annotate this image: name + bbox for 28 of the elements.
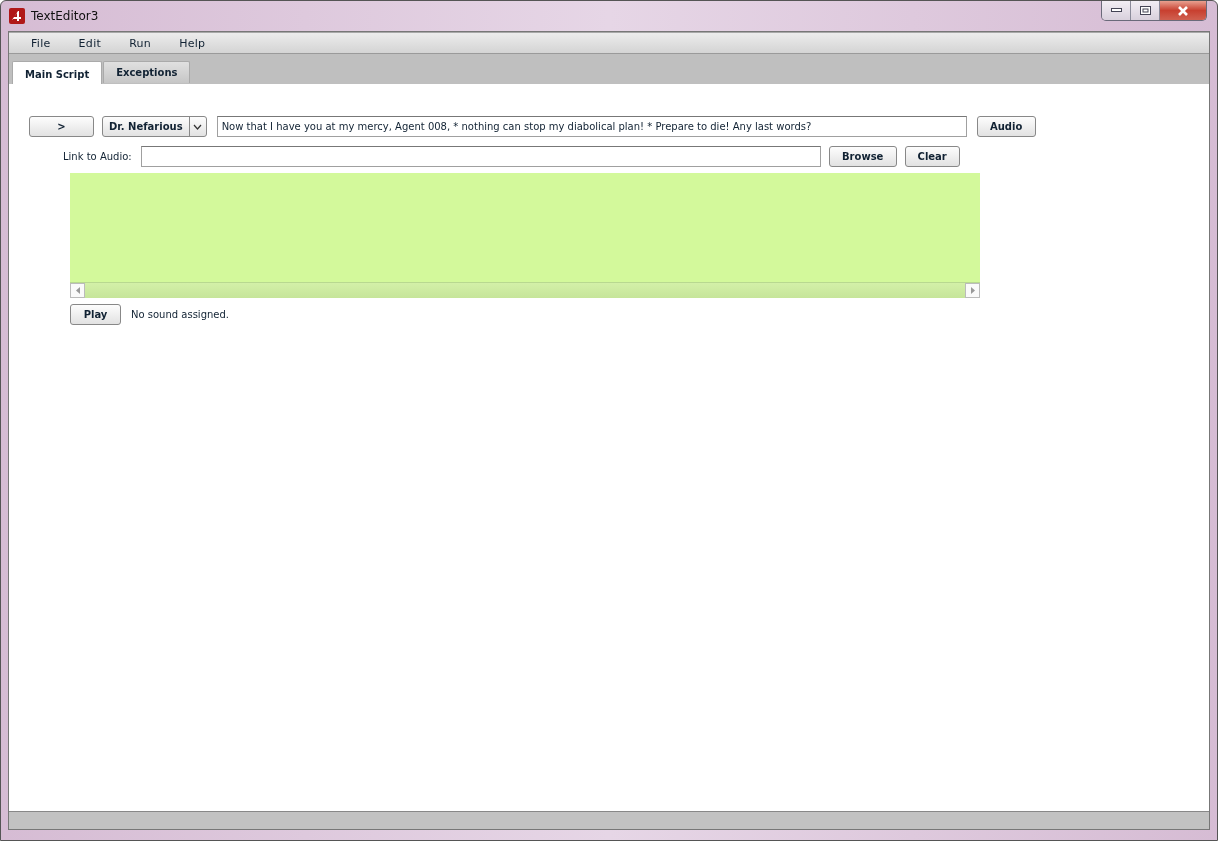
chevron-down-icon (193, 123, 203, 130)
app-logo-icon (9, 8, 25, 24)
dialogue-field[interactable]: Now that I have you at my mercy, Agent 008, * nothing can stop my diabolical plan! * Prepare to die! Any last words? (216, 116, 967, 137)
minimize-button[interactable] (1102, 1, 1131, 20)
tab[interactable]: Exceptions (103, 61, 191, 83)
tab[interactable]: Main Script (12, 61, 103, 84)
minimize-icon (1110, 8, 1122, 13)
menu-item[interactable]: Run (121, 36, 160, 50)
speaker-dropdown[interactable]: Dr. Nefarious (102, 116, 207, 137)
link-label: Link to Audio: (63, 151, 132, 162)
close-button[interactable] (1160, 1, 1206, 20)
scroll-right-icon[interactable] (970, 287, 975, 294)
horizontal-scrollbar[interactable] (70, 282, 980, 298)
run-button[interactable]: > (29, 116, 94, 137)
menu-item[interactable]: Edit (70, 36, 110, 50)
maximize-icon (1139, 6, 1151, 15)
sound-status: No sound assigned. (131, 309, 229, 320)
scroll-left-icon[interactable] (75, 287, 80, 294)
menu-item[interactable]: Help (171, 36, 214, 50)
play-button[interactable]: Play (70, 304, 121, 325)
browse-button[interactable]: Browse (828, 146, 897, 167)
audio-button[interactable]: Audio (976, 116, 1036, 137)
menu-item[interactable]: File (23, 36, 59, 50)
audio-link-field[interactable] (140, 146, 821, 167)
clear-button[interactable]: Clear (904, 146, 960, 167)
window-title: TextEditor3 (31, 9, 100, 23)
maximize-button[interactable] (1131, 1, 1160, 20)
close-icon (1177, 5, 1189, 16)
